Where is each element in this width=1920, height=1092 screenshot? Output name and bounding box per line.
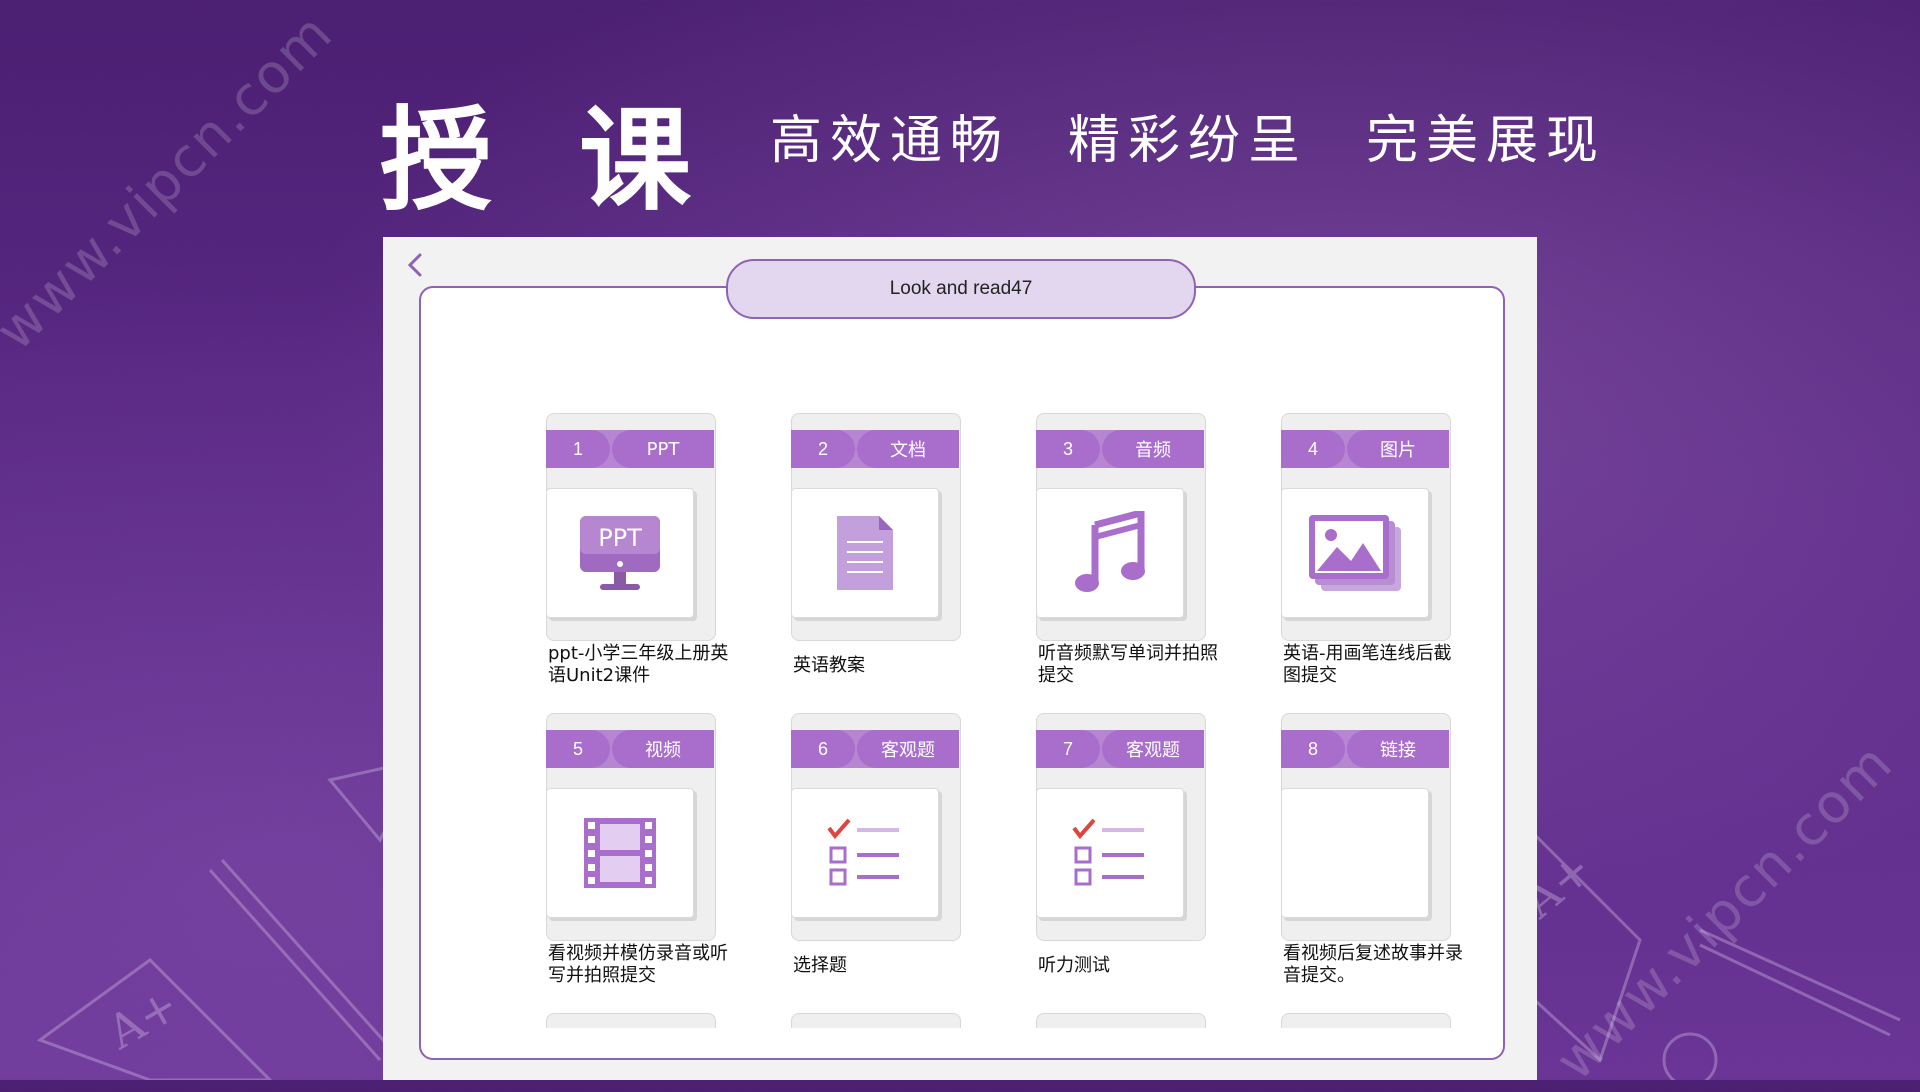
svg-text:PPT: PPT: [598, 524, 642, 552]
slogan-2: 精彩纷呈: [1068, 111, 1309, 171]
item-thumbnail: [1036, 788, 1184, 918]
resource-card-stub[interactable]: [1036, 1013, 1206, 1028]
content-frame: 1 PPT PPT ppt-小学三年级上册英语Unit2课件 2 文档 英语教案…: [419, 286, 1505, 1060]
item-thumbnail: [1281, 488, 1429, 618]
card-header: 4 图片: [1281, 430, 1449, 468]
music-note-icon: [1075, 511, 1145, 592]
card-header: 8 链接: [1281, 730, 1449, 768]
item-type: 文档: [857, 430, 959, 468]
item-caption: 英语-用画笔连线后截图提交: [1283, 643, 1452, 686]
resource-card-stub[interactable]: [546, 1013, 716, 1028]
chevron-left-icon: [407, 253, 422, 277]
slogan-3: 完美展现: [1366, 111, 1607, 171]
item-number: 6: [791, 730, 855, 768]
card-header: 2 文档: [791, 430, 959, 468]
card-header: 5 视频: [546, 730, 714, 768]
item-type: 图片: [1347, 430, 1449, 468]
item-type: 视频: [612, 730, 714, 768]
checklist-icon: [1072, 818, 1144, 886]
item-type: PPT: [612, 430, 714, 468]
item-thumbnail-blank: [1281, 788, 1429, 918]
item-number: 7: [1036, 730, 1100, 768]
item-number: 1: [546, 430, 610, 468]
item-caption: ppt-小学三年级上册英语Unit2课件: [548, 643, 729, 686]
item-caption: 英语教案: [793, 655, 865, 676]
lesson-title: Look and read47: [726, 259, 1196, 319]
item-number: 8: [1281, 730, 1345, 768]
item-caption: 看视频并模仿录音或听写并拍照提交: [548, 943, 728, 986]
app-screen: Look and read47 1 PPT PPT ppt-小学三年级上册英语U…: [383, 237, 1537, 1080]
checklist-icon: [827, 818, 899, 886]
item-thumbnail: [1036, 488, 1184, 618]
card-header: 3 音频: [1036, 430, 1204, 468]
item-caption: 听音频默写单词并拍照提交: [1038, 643, 1218, 686]
document-icon: [837, 516, 893, 590]
card-header: 6 客观题: [791, 730, 959, 768]
resource-card-stub[interactable]: [1281, 1013, 1451, 1028]
item-thumbnail: [791, 488, 939, 618]
item-number: 5: [546, 730, 610, 768]
ppt-monitor-icon: PPT: [580, 516, 660, 590]
back-button[interactable]: [397, 247, 433, 283]
resource-card-stub[interactable]: [791, 1013, 961, 1028]
item-type: 音频: [1102, 430, 1204, 468]
slogan-row: 高效通畅 精彩纷呈 完美展现: [770, 98, 1606, 173]
item-number: 3: [1036, 430, 1100, 468]
item-caption: 听力测试: [1038, 955, 1110, 976]
item-caption: 看视频后复述故事并录音提交。: [1283, 943, 1463, 986]
item-thumbnail: [791, 788, 939, 918]
item-thumbnail: PPT: [546, 488, 694, 618]
item-type: 客观题: [1102, 730, 1204, 768]
item-thumbnail: [546, 788, 694, 918]
item-type: 客观题: [857, 730, 959, 768]
card-header: 1 PPT: [546, 430, 714, 468]
item-number: 4: [1281, 430, 1345, 468]
image-gallery-icon: [1309, 515, 1401, 591]
page-title: 授 课: [380, 96, 715, 226]
item-caption: 选择题: [793, 955, 847, 976]
item-number: 2: [791, 430, 855, 468]
item-type: 链接: [1347, 730, 1449, 768]
slogan-1: 高效通畅: [770, 111, 1011, 171]
film-icon: [584, 818, 656, 888]
card-header: 7 客观题: [1036, 730, 1204, 768]
